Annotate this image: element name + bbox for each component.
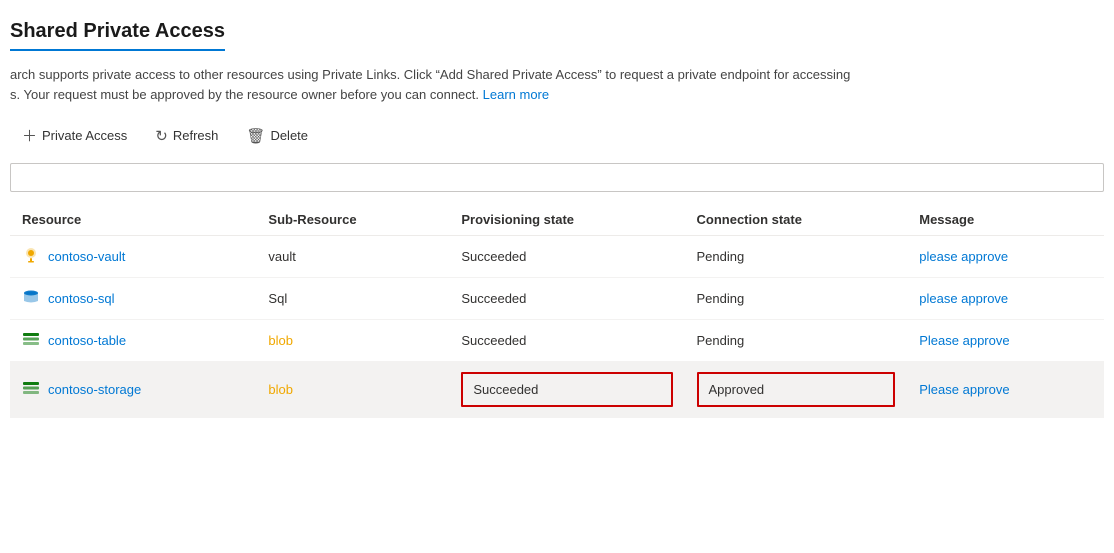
refresh-icon: ↻ (155, 127, 168, 145)
sub-resource-value: blob (268, 382, 293, 397)
resources-table: Resource Sub-Resource Provisioning state… (10, 204, 1104, 418)
message-cell: please approve (907, 278, 1104, 320)
provisioning-state-highlight: Succeeded (461, 372, 672, 407)
sub-resource-cell: blob (256, 320, 449, 362)
refresh-button[interactable]: ↻ Refresh (143, 122, 230, 150)
delete-icon: 🗑 (246, 127, 265, 145)
description: arch supports private access to other re… (10, 65, 1060, 104)
sub-resource-cell: Sql (256, 278, 449, 320)
col-message: Message (907, 204, 1104, 236)
col-sub-resource: Sub-Resource (256, 204, 449, 236)
storage-icon (22, 379, 40, 400)
resource-link[interactable]: contoso-vault (48, 249, 125, 264)
connection-state-value: Approved (709, 382, 765, 397)
provisioning-state-value: Succeeded (461, 333, 526, 348)
provisioning-state-cell: Succeeded (449, 278, 684, 320)
table-row: contoso-table blob Succeeded Pending Please… (10, 320, 1104, 362)
connection-state-cell: Pending (685, 320, 908, 362)
resource-cell: contoso-storage (10, 362, 256, 418)
provisioning-state-value: Succeeded (461, 291, 526, 306)
table-header-row: Resource Sub-Resource Provisioning state… (10, 204, 1104, 236)
provisioning-state-cell: Succeeded (449, 320, 684, 362)
sql-icon (22, 288, 40, 309)
delete-label: Delete (270, 128, 308, 143)
add-icon: ＋ (22, 125, 37, 146)
search-input[interactable] (10, 163, 1104, 192)
table-row: contoso-vault vault Succeeded Pending pleas… (10, 236, 1104, 278)
sub-resource-value: blob (268, 333, 293, 348)
connection-state-value: Pending (697, 333, 745, 348)
vault-icon (22, 246, 40, 267)
resource-cell: contoso-vault (10, 236, 256, 278)
message-cell: Please approve (907, 362, 1104, 418)
message-link[interactable]: please approve (919, 291, 1008, 306)
table-icon (22, 330, 40, 351)
refresh-label: Refresh (173, 128, 219, 143)
col-connection-state: Connection state (685, 204, 908, 236)
resource-link[interactable]: contoso-sql (48, 291, 114, 306)
table-row: contoso-sql Sql Succeeded Pending please ap… (10, 278, 1104, 320)
message-link[interactable]: Please approve (919, 333, 1009, 348)
provisioning-state-value: Succeeded (473, 382, 538, 397)
connection-state-cell: Approved (685, 362, 908, 418)
message-link[interactable]: please approve (919, 249, 1008, 264)
page-title: Shared Private Access (10, 20, 225, 51)
connection-state-cell: Pending (685, 236, 908, 278)
message-cell: Please approve (907, 320, 1104, 362)
delete-button[interactable]: 🗑 Delete (234, 122, 320, 150)
sub-resource-cell: vault (256, 236, 449, 278)
message-link[interactable]: Please approve (919, 382, 1009, 397)
provisioning-state-cell: Succeeded (449, 362, 684, 418)
resource-cell: contoso-sql (10, 278, 256, 320)
learn-more-link[interactable]: Learn more (483, 87, 549, 102)
description-text-2: s. Your request must be approved by the … (10, 87, 479, 102)
resource-cell: contoso-table (10, 320, 256, 362)
connection-state-highlight: Approved (697, 372, 896, 407)
sub-resource-value: Sql (268, 291, 287, 306)
connection-state-value: Pending (697, 291, 745, 306)
toolbar: ＋ Private Access ↻ Refresh 🗑 Delete (10, 120, 1104, 151)
add-private-access-button[interactable]: ＋ Private Access (10, 120, 139, 151)
col-provisioning-state: Provisioning state (449, 204, 684, 236)
message-cell: please approve (907, 236, 1104, 278)
connection-state-value: Pending (697, 249, 745, 264)
description-text-1: arch supports private access to other re… (10, 67, 850, 82)
provisioning-state-cell: Succeeded (449, 236, 684, 278)
resource-link[interactable]: contoso-storage (48, 382, 141, 397)
provisioning-state-value: Succeeded (461, 249, 526, 264)
col-resource: Resource (10, 204, 256, 236)
table-row: contoso-storage blob Succeeded Approved Ple… (10, 362, 1104, 418)
sub-resource-cell: blob (256, 362, 449, 418)
connection-state-cell: Pending (685, 278, 908, 320)
resource-link[interactable]: contoso-table (48, 333, 126, 348)
add-private-access-label: Private Access (42, 128, 127, 143)
sub-resource-value: vault (268, 249, 295, 264)
